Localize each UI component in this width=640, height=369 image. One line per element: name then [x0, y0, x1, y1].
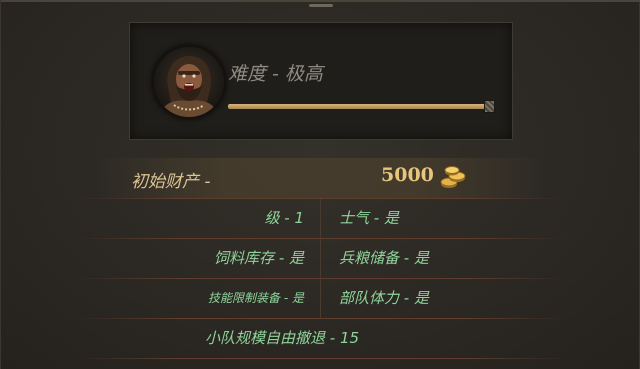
setting-level: 级 - 1 [264, 209, 305, 227]
grid-divider [77, 238, 567, 239]
campaign-settings-screen: 难度 - 极高 初始财产 - 5000 级 - 1 士气 - 是 饲料库存 - … [0, 0, 640, 369]
setting-morale: 士气 - 是 [339, 209, 399, 227]
setting-fodder: 饲料库存 - 是 [214, 249, 304, 267]
barbarian-portrait-icon [152, 45, 226, 119]
difficulty-slider[interactable] [228, 100, 495, 113]
setting-retreat: 小队规模自由撤退 - 15 [205, 329, 360, 347]
panel-drag-handle[interactable] [309, 4, 333, 7]
starting-funds-label: 初始财产 - [131, 172, 211, 192]
setting-equipment: 技能限制装备 - 是 [208, 291, 304, 305]
grid-divider [77, 318, 567, 319]
setting-rations: 兵粮储备 - 是 [339, 249, 429, 267]
starting-funds-value: 5000 [381, 164, 434, 186]
gold-coins-icon [439, 164, 467, 190]
grid-divider [77, 278, 567, 279]
difficulty-panel: 难度 - 极高 [129, 22, 513, 140]
grid-divider [77, 358, 567, 359]
grid-column-divider [320, 199, 321, 318]
difficulty-slider-fill [228, 104, 490, 109]
top-border [1, 0, 640, 2]
grid-divider [77, 198, 567, 199]
difficulty-label: 难度 - 极高 [228, 63, 323, 85]
setting-stamina: 部队体力 - 是 [339, 289, 429, 307]
starting-funds-row: 初始财产 - 5000 [97, 158, 545, 198]
difficulty-slider-handle[interactable] [484, 100, 495, 113]
